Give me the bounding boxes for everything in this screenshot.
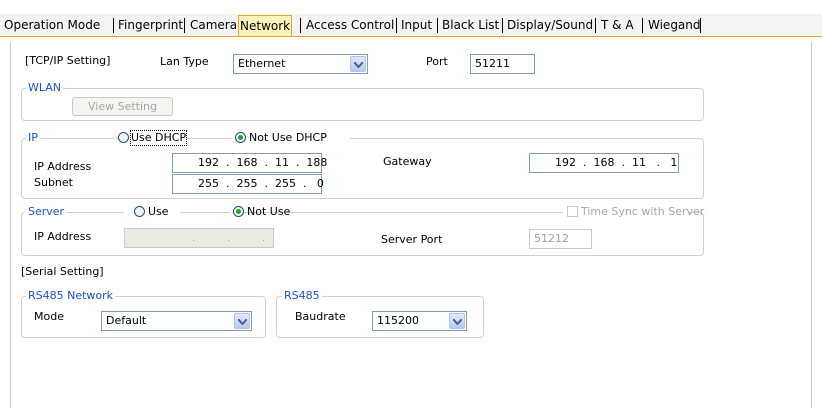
server-ip-address-label: IP Address bbox=[34, 230, 92, 243]
not-use-dhcp-radio[interactable] bbox=[235, 132, 246, 143]
chevron-down-icon[interactable] bbox=[350, 56, 366, 72]
time-sync-checkbox[interactable] bbox=[567, 206, 578, 217]
wlan-legend: WLAN bbox=[26, 81, 64, 95]
tab-input[interactable]: Input bbox=[401, 17, 432, 34]
tab-strip: Operation Mode Fingerprint Camera Networ… bbox=[0, 14, 822, 36]
server-port-label: Server Port bbox=[381, 233, 443, 246]
port-input[interactable]: 51211 bbox=[470, 54, 535, 74]
not-use-dhcp-label[interactable]: Not Use DHCP bbox=[249, 131, 327, 145]
rs485-network-legend: RS485 Network bbox=[26, 289, 116, 303]
server-not-use-radio[interactable] bbox=[233, 206, 244, 217]
ip-legend: IP bbox=[26, 131, 40, 145]
lan-type-select[interactable]: Ethernet bbox=[233, 54, 368, 74]
server-legend: Server bbox=[26, 205, 67, 219]
tab-separator bbox=[396, 18, 397, 33]
tab-fingerprint[interactable]: Fingerprint bbox=[118, 17, 183, 34]
gateway-label: Gateway bbox=[383, 155, 432, 168]
tab-t-and-a[interactable]: T & A bbox=[601, 17, 634, 34]
tab-underline bbox=[0, 36, 822, 37]
use-dhcp-label[interactable]: Use DHCP bbox=[129, 130, 188, 146]
legend-line bbox=[46, 138, 114, 139]
use-dhcp-radio[interactable] bbox=[118, 132, 129, 143]
tcpip-section-label: [TCP/IP Setting] bbox=[25, 54, 111, 67]
tab-black-list[interactable]: Black List bbox=[442, 17, 499, 34]
tab-network[interactable]: Network bbox=[238, 15, 293, 36]
ip-address-label: IP Address bbox=[34, 160, 92, 173]
time-sync-label[interactable]: Time Sync with Server bbox=[581, 205, 704, 219]
legend-line bbox=[64, 212, 124, 213]
baudrate-label: Baudrate bbox=[295, 310, 346, 323]
tab-separator bbox=[502, 18, 503, 33]
tab-separator bbox=[113, 18, 114, 33]
tab-separator bbox=[700, 18, 701, 33]
server-port-input[interactable]: 51212 bbox=[529, 229, 592, 249]
tab-separator bbox=[437, 18, 438, 33]
tab-wiegand[interactable]: Wiegand bbox=[648, 17, 701, 34]
server-ip-address-input[interactable]: . . . bbox=[124, 228, 274, 248]
tab-separator bbox=[184, 18, 185, 33]
gateway-input[interactable]: 192 . 168 . 11 . 1 bbox=[529, 153, 679, 173]
server-use-label[interactable]: Use bbox=[148, 205, 169, 219]
server-not-use-label[interactable]: Not Use bbox=[247, 205, 290, 219]
serial-section-label: [Serial Setting] bbox=[21, 265, 104, 278]
port-label: Port bbox=[426, 55, 448, 68]
tab-separator bbox=[595, 18, 596, 33]
chevron-down-icon[interactable] bbox=[449, 313, 465, 329]
tab-access-control[interactable]: Access Control bbox=[306, 17, 394, 34]
server-use-radio[interactable] bbox=[134, 206, 145, 217]
lan-type-label: Lan Type bbox=[160, 55, 209, 68]
subnet-input[interactable]: 255 . 255 . 255 . 0 bbox=[172, 174, 324, 194]
tab-operation-mode[interactable]: Operation Mode bbox=[4, 17, 100, 34]
subnet-label: Subnet bbox=[34, 176, 73, 189]
baudrate-value: 115200 bbox=[377, 314, 419, 327]
lan-type-value: Ethernet bbox=[238, 57, 286, 70]
rs485-legend: RS485 bbox=[282, 289, 322, 303]
baudrate-select[interactable]: 115200 bbox=[372, 311, 467, 331]
mode-value: Default bbox=[106, 314, 147, 327]
tab-display-sound[interactable]: Display/Sound bbox=[507, 17, 593, 34]
view-setting-button[interactable]: View Setting bbox=[72, 97, 173, 116]
mode-select[interactable]: Default bbox=[101, 311, 252, 331]
legend-line bbox=[180, 212, 230, 213]
tab-camera[interactable]: Camera bbox=[190, 17, 237, 34]
tab-separator bbox=[642, 18, 643, 33]
ip-address-input[interactable]: 192 . 168 . 11 . 188 bbox=[172, 153, 327, 173]
legend-line bbox=[186, 138, 232, 139]
tab-separator bbox=[300, 18, 301, 33]
chevron-down-icon[interactable] bbox=[234, 313, 250, 329]
mode-label: Mode bbox=[34, 310, 64, 323]
